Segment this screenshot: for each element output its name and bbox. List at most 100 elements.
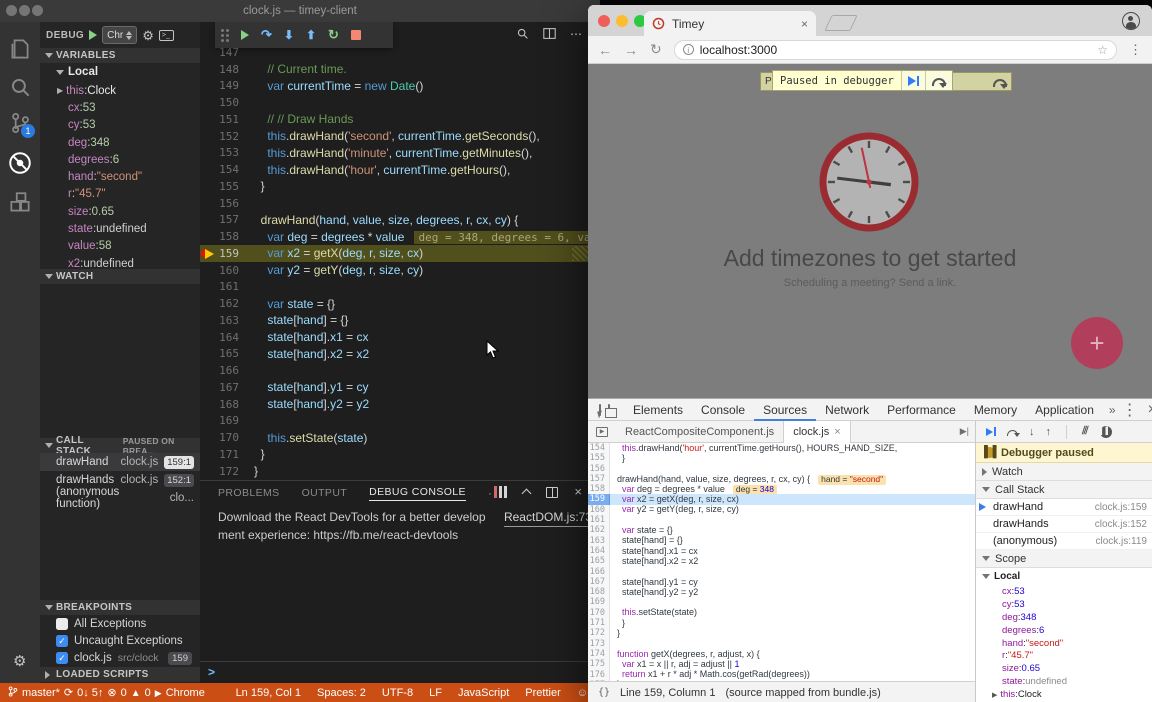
scope-variable-row[interactable]: deg: 348	[976, 611, 1152, 624]
source-line[interactable]: 166	[588, 567, 975, 577]
resume-icon[interactable]	[986, 427, 996, 436]
variable-row[interactable]: cx: 53	[40, 99, 200, 116]
watch-section-header[interactable]: WATCH	[40, 269, 200, 284]
new-tab-button[interactable]	[824, 15, 857, 31]
gutter[interactable]	[200, 212, 213, 229]
step-into-button[interactable]: ⬇	[284, 28, 294, 42]
source-line[interactable]: 156	[588, 464, 975, 474]
scope-local-header[interactable]: Local	[982, 571, 1152, 582]
gutter[interactable]	[200, 329, 213, 346]
editor-line[interactable]: 165 state[hand].x2 = x2	[200, 346, 600, 363]
status-item[interactable]: LF	[429, 687, 442, 699]
source-line[interactable]: 172}	[588, 628, 975, 638]
editor-line[interactable]: 152 this.drawHand('second', currentTime.…	[200, 128, 600, 145]
editor-line[interactable]: 157 drawHand(hand, value, size, degrees,…	[200, 212, 600, 229]
gutter[interactable]	[200, 413, 213, 430]
devtools-tab-sources[interactable]: Sources	[754, 399, 816, 421]
editor-line[interactable]: 160 var y2 = getY(deg, r, size, cy)	[200, 262, 600, 279]
line-number[interactable]: 175	[588, 659, 610, 669]
scope-variable-row[interactable]: r: "45.7"	[976, 649, 1152, 662]
gutter[interactable]	[200, 279, 213, 296]
callstack-section[interactable]: Call Stack	[976, 481, 1152, 499]
gutter[interactable]	[200, 463, 213, 480]
step-over-icon[interactable]	[1007, 430, 1018, 436]
devtools-menu-icon[interactable]: ⋮	[1122, 400, 1138, 420]
gutter[interactable]	[200, 195, 213, 212]
more-panels-icon[interactable]: »	[1103, 403, 1122, 417]
device-toolbar-icon[interactable]	[608, 404, 610, 416]
search-icon[interactable]	[7, 74, 33, 100]
browser-menu-icon[interactable]: ⋮	[1129, 42, 1142, 58]
forward-icon[interactable]: →	[624, 42, 638, 58]
line-number[interactable]: 164	[588, 546, 610, 556]
gutter[interactable]	[200, 111, 213, 128]
restart-button[interactable]: ↻	[328, 27, 339, 43]
status-item[interactable]: UTF-8	[382, 687, 413, 699]
browser-tab[interactable]: Timey ×	[644, 11, 816, 36]
editor-line[interactable]: 158 var deg = degrees * valuedeg = 348, …	[200, 228, 600, 245]
gutter[interactable]	[200, 61, 213, 78]
scope-variable-row[interactable]: size: 0.65	[976, 662, 1152, 675]
source-line[interactable]: 170 this.setState(state)	[588, 608, 975, 618]
tab-close-icon[interactable]: ×	[801, 17, 808, 31]
line-number[interactable]: 161	[588, 515, 610, 525]
gutter[interactable]	[200, 94, 213, 111]
callstack-frame[interactable]: (anonymous function)clo...	[40, 489, 200, 507]
step-into-icon[interactable]: ↓	[1029, 427, 1035, 437]
line-number[interactable]: 154	[588, 443, 610, 453]
file-tab[interactable]: ReactCompositeComponent.js	[616, 421, 783, 443]
line-number[interactable]: 156	[588, 464, 610, 474]
source-line[interactable]: 158 var deg = degrees * valuedeg = 348	[588, 484, 975, 494]
breakpoint-row[interactable]: ✓clock.jssrc/clock159	[40, 650, 200, 667]
editor-line[interactable]: 148 // Current time.	[200, 61, 600, 78]
continue-button[interactable]	[241, 30, 249, 40]
variable-row[interactable]: deg: 348	[40, 134, 200, 151]
debug-target-select[interactable]: Chr	[102, 26, 137, 44]
callstack-frame[interactable]: drawHandsclock.js:152	[976, 516, 1152, 533]
console-source-link[interactable]: ReactDOM.js:73	[504, 509, 592, 527]
line-number[interactable]: 168	[588, 587, 610, 597]
line-number[interactable]: 171	[588, 618, 610, 628]
source-line[interactable]: 171 }	[588, 618, 975, 628]
expand-arrow-icon[interactable]: ▶	[57, 86, 63, 95]
clear-console-icon[interactable]	[494, 486, 507, 498]
status-warning[interactable]: ▲0	[131, 687, 151, 699]
site-info-icon[interactable]: i	[683, 44, 694, 55]
variables-local-scope[interactable]: Local	[40, 66, 200, 78]
devtools-tab-console[interactable]: Console	[692, 399, 754, 421]
callstack-frame[interactable]: drawHandclock.js:159	[976, 499, 1152, 516]
breakpoint-row[interactable]: All Exceptions	[40, 615, 200, 632]
variables-section-header[interactable]: VARIABLES	[40, 48, 200, 63]
close-window-button[interactable]	[598, 15, 610, 27]
inspect-element-icon[interactable]	[599, 404, 601, 416]
breakpoint-checkbox[interactable]	[56, 618, 68, 630]
gutter[interactable]	[200, 446, 213, 463]
scope-variable-row[interactable]: cx: 53	[976, 585, 1152, 598]
watch-section[interactable]: Watch	[976, 463, 1152, 481]
bookmark-star-icon[interactable]: ☆	[1097, 43, 1108, 57]
editor-line[interactable]: 170 this.setState(state)	[200, 429, 600, 446]
breakpoint-checkbox[interactable]: ✓	[56, 652, 68, 664]
callstack-frame[interactable]: drawHandclock.js159:1	[40, 453, 200, 471]
breakpoint-row[interactable]: ✓Uncaught Exceptions	[40, 632, 200, 649]
status-branch[interactable]: master*	[8, 686, 60, 700]
editor-line[interactable]: 166	[200, 362, 600, 379]
split-editor-icon[interactable]	[543, 27, 556, 40]
status-item[interactable]: Prettier	[525, 687, 560, 699]
gutter[interactable]	[200, 262, 213, 279]
step-over-icon[interactable]	[993, 79, 1007, 87]
file-tab[interactable]: clock.js×	[783, 421, 851, 443]
line-number[interactable]: 176	[588, 670, 610, 680]
editor-line[interactable]: 153 this.drawHand('minute', currentTime.…	[200, 145, 600, 162]
line-number[interactable]: 162	[588, 525, 610, 535]
source-line[interactable]: 167 state[hand].y1 = cy	[588, 577, 975, 587]
gutter[interactable]	[200, 312, 213, 329]
variable-row[interactable]: size: 0.65	[40, 203, 200, 220]
scope-variable-row[interactable]: ▶this: Clock	[976, 688, 1152, 701]
source-line[interactable]: 176 return x1 + r * adj * Math.cos(getRa…	[588, 670, 975, 680]
editor-line[interactable]: 151 // // Draw Hands	[200, 111, 600, 128]
source-line[interactable]: 165 state[hand].x2 = x2	[588, 556, 975, 566]
status-play[interactable]: ▶Chrome	[155, 687, 205, 699]
feedback-smiley-icon[interactable]: ☺	[577, 687, 588, 699]
variable-row[interactable]: hand: "second"	[40, 168, 200, 185]
